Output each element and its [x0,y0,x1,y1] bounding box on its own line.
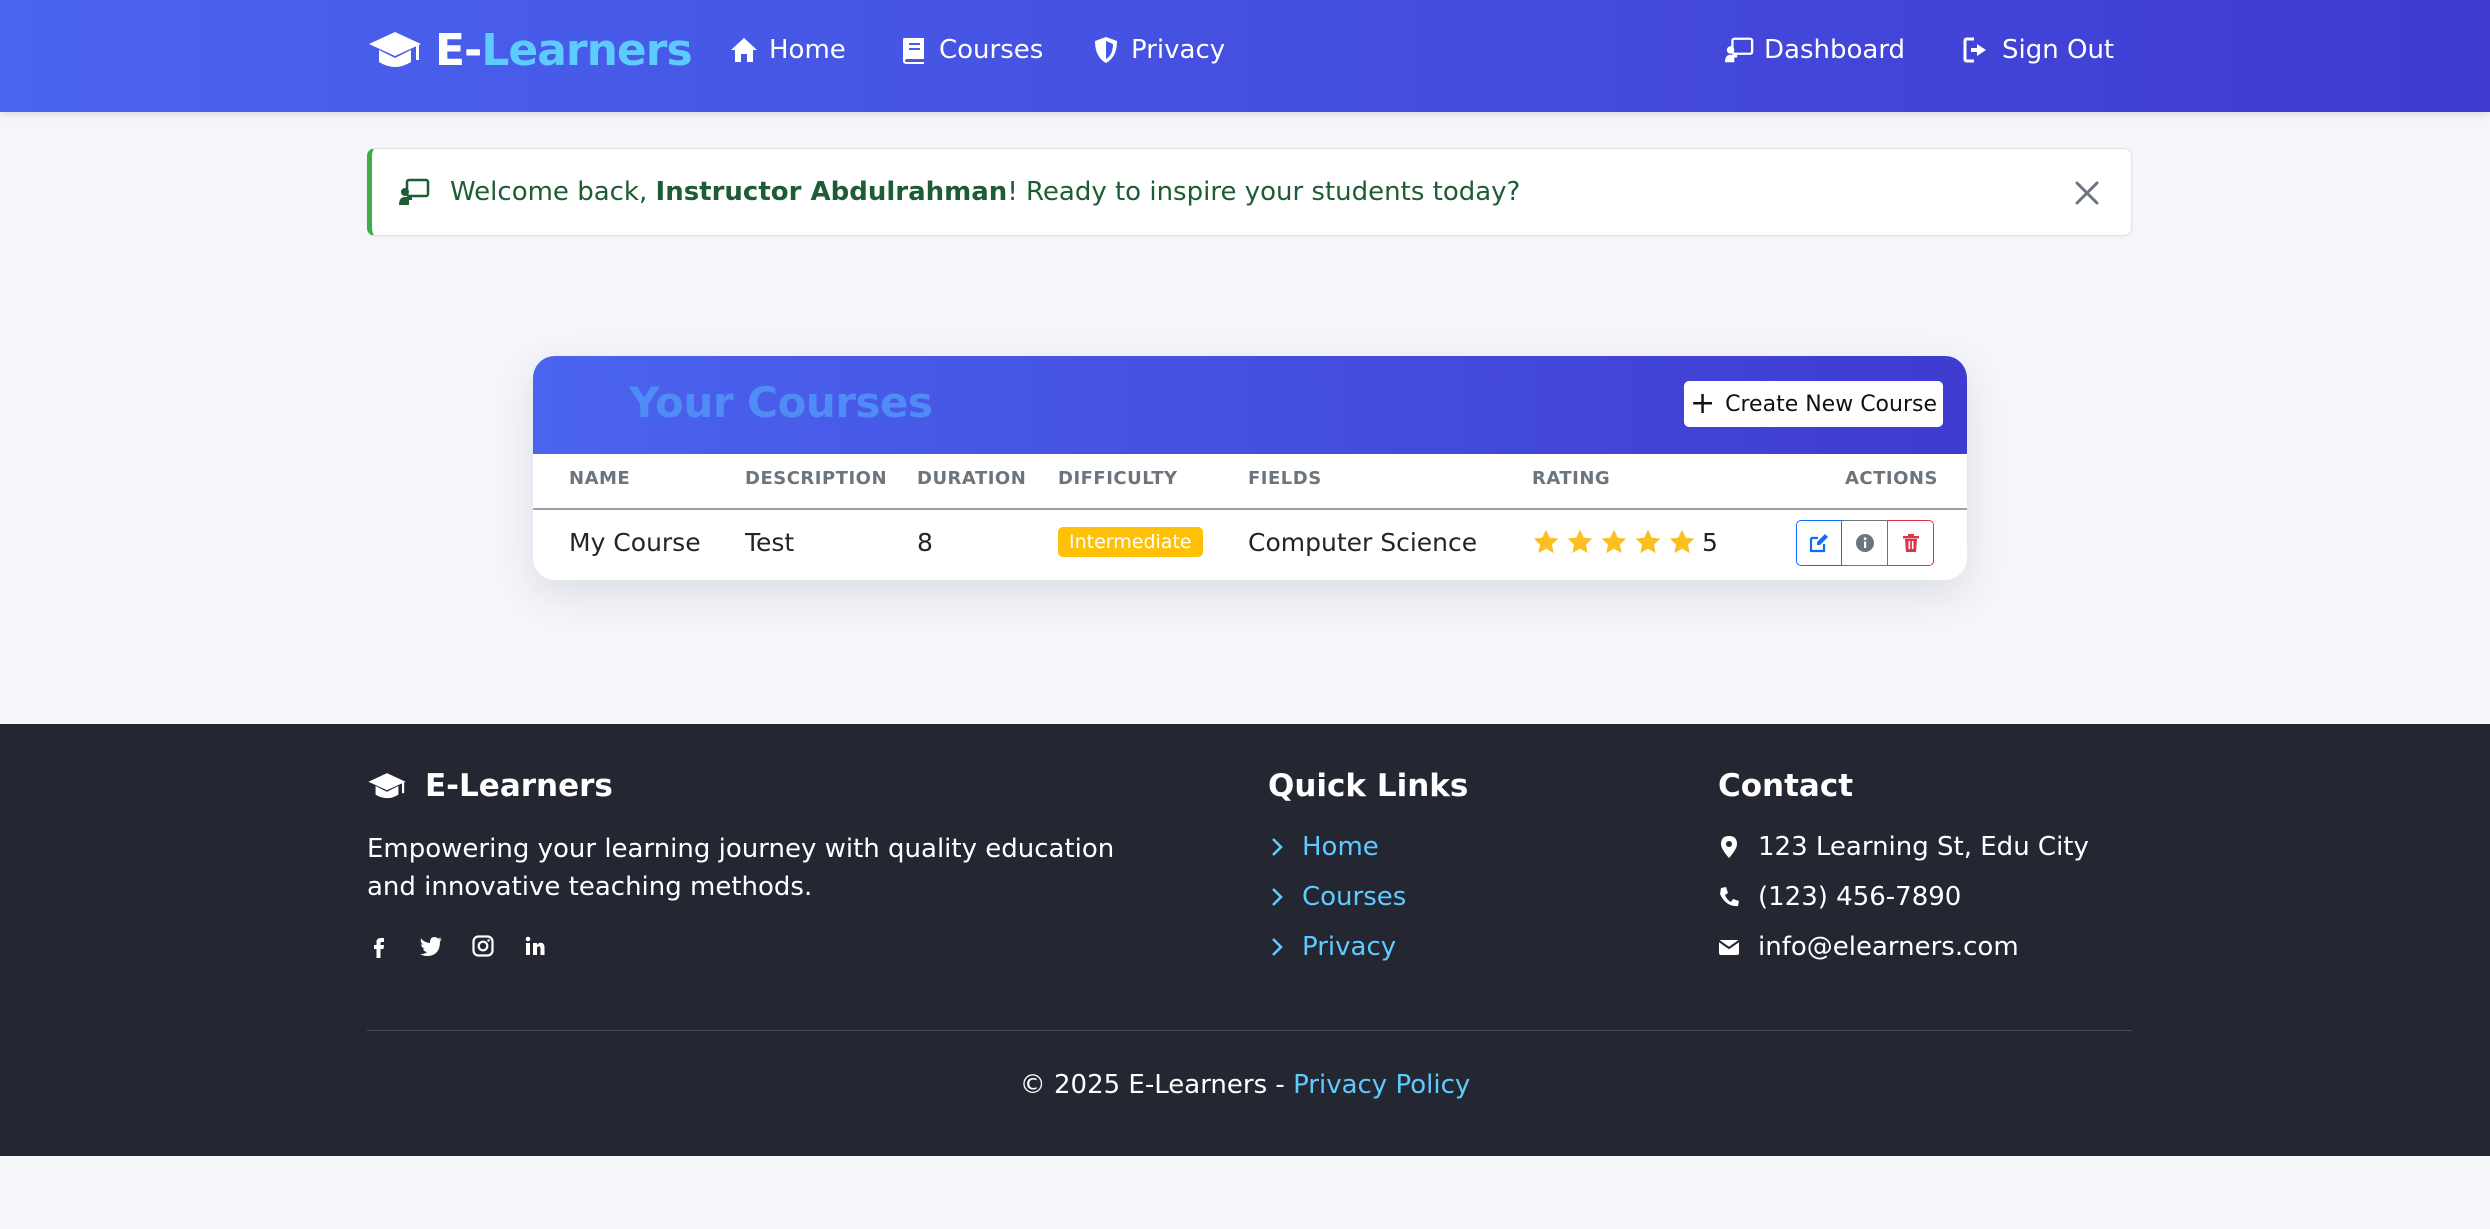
courses-title: Your Courses [629,378,933,427]
delete-course-button[interactable] [1888,520,1934,566]
contact-address-text: 123 Learning St, Edu City [1758,832,2089,862]
chevron-right-icon [1272,938,1283,956]
footer-link-home-label: Home [1302,832,1379,862]
privacy-policy-link[interactable]: Privacy Policy [1293,1070,1470,1100]
nav-privacy-label: Privacy [1131,35,1226,65]
close-icon[interactable] [2069,175,2105,211]
course-rating-cell: 5 [1532,524,1718,560]
table-header-divider [533,508,1967,510]
course-info-button[interactable] [1842,520,1888,566]
footer-link-courses[interactable]: Courses [1268,882,1406,912]
contact-phone-text: (123) 456-7890 [1758,882,1962,912]
sign-out-icon [1963,37,1986,63]
nav-courses[interactable]: Courses [899,30,1043,70]
nav-home[interactable]: Home [729,30,846,70]
quick-links-heading: Quick Links [1268,768,1469,804]
course-fields-cell: Computer Science [1248,527,1478,557]
linkedin-icon[interactable] [523,934,547,962]
course-description-cell: Test [745,527,795,557]
footer-divider [367,1030,2132,1031]
star-icon [1567,529,1593,553]
footer-link-privacy-label: Privacy [1302,932,1397,962]
chalkboard-teacher-icon [399,178,430,205]
chevron-right-icon [1272,838,1283,856]
home-icon [731,38,757,62]
star-icon [1601,529,1627,553]
star-icon [1533,529,1559,553]
rating-value: 5 [1702,527,1718,557]
column-header-actions: ACTIONS [1845,468,1938,489]
chalkboard-teacher-icon [1724,37,1754,63]
instagram-icon[interactable] [471,934,495,962]
column-header-difficulty: DIFFICULTY [1058,468,1178,489]
nav-privacy[interactable]: Privacy [1091,30,1225,70]
phone-icon [1720,887,1739,907]
twitter-icon[interactable] [419,934,443,962]
footer-brand-name: E-Learners [425,768,613,804]
difficulty-badge: Intermediate [1058,527,1203,557]
column-header-rating: RATING [1532,468,1611,489]
envelope-icon [1718,940,1740,955]
contact-email-text: info@elearners.com [1758,932,2019,962]
nav-dashboard[interactable]: Dashboard [1724,30,1905,70]
footer-link-privacy[interactable]: Privacy [1268,932,1396,962]
social-links [367,934,575,962]
column-header-description: DESCRIPTION [745,468,888,489]
star-icon [1635,529,1661,553]
instructor-name: Instructor Abdulrahman [655,177,1008,207]
graduation-cap-icon [369,32,421,67]
facebook-icon[interactable] [367,934,391,962]
welcome-alert: Welcome back, Instructor Abdulrahman! Re… [367,148,2132,236]
nav-signout-label: Sign Out [2002,35,2115,65]
course-name-cell: My Course [569,527,701,557]
contact-phone: (123) 456-7890 [1718,882,1961,912]
column-header-duration: DURATION [917,468,1027,489]
book-icon [903,38,924,64]
footer: E-Learners Empowering your learning jour… [0,724,2490,1156]
courses-card: Your Courses + Create New Course NAME DE… [533,356,1967,580]
nav-dashboard-label: Dashboard [1764,35,1906,65]
edit-icon [1809,534,1828,553]
plus-icon: + [1689,386,1716,421]
trash-icon [1902,534,1919,552]
rating-stars [1532,528,1702,556]
create-course-button[interactable]: + Create New Course [1684,381,1943,427]
course-duration-cell: 8 [917,527,933,557]
footer-brand: E-Learners [367,768,613,804]
map-marker-icon [1721,836,1737,858]
footer-link-home[interactable]: Home [1268,832,1379,862]
courses-card-header: Your Courses + Create New Course [533,356,1967,454]
row-actions [1796,520,1934,566]
footer-link-courses-label: Courses [1302,882,1407,912]
nav-signout[interactable]: Sign Out [1962,30,2114,70]
nav-home-label: Home [769,35,846,65]
edit-course-button[interactable] [1796,520,1842,566]
contact-address: 123 Learning St, Edu City [1718,832,2089,862]
nav-courses-label: Courses [939,35,1044,65]
create-course-label: Create New Course [1725,391,1938,417]
copyright: © 2025 E-Learners - Privacy Policy [1019,1070,1471,1100]
graduation-cap-icon [368,773,406,799]
brand-name: E-Learners [435,24,693,76]
shield-icon [1095,37,1117,63]
welcome-message: Welcome back, Instructor Abdulrahman! Re… [450,177,1521,207]
navbar: E-Learners Home Courses Privacy Dashboar… [0,0,2490,112]
info-circle-icon [1855,534,1874,552]
star-icon [1669,529,1695,553]
contact-heading: Contact [1718,768,1854,804]
brand-logo[interactable]: E-Learners [367,24,693,76]
chevron-right-icon [1272,888,1283,906]
course-difficulty-cell: Intermediate [1058,524,1203,560]
column-header-fields: FIELDS [1248,468,1322,489]
column-header-name: NAME [569,468,631,489]
contact-email: info@elearners.com [1718,932,2019,962]
footer-description: Empowering your learning journey with qu… [367,834,1115,902]
